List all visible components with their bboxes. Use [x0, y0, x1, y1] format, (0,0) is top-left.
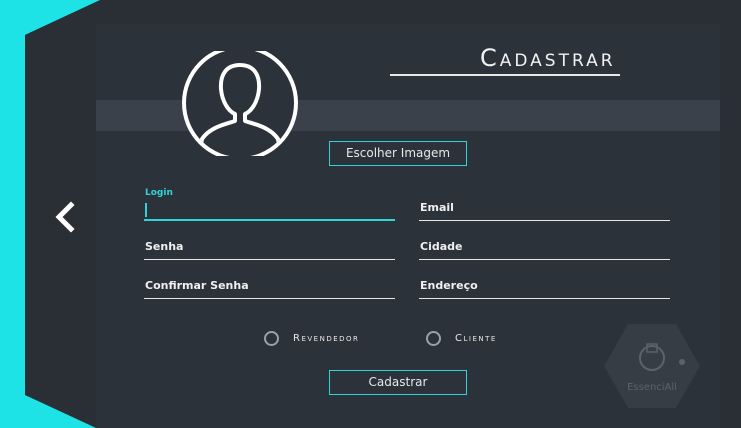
- radio-cliente-label: Cliente: [455, 333, 497, 344]
- text-caret: [145, 203, 147, 217]
- endereco-underline: [419, 298, 670, 299]
- confirmar-senha-underline: [144, 298, 395, 299]
- endereco-field[interactable]: Endereço: [419, 277, 670, 301]
- radio-cliente-circle[interactable]: [426, 331, 441, 346]
- login-field[interactable]: Login: [144, 186, 395, 222]
- senha-label: Senha: [145, 240, 184, 253]
- svg-text:EssenciAll: EssenciAll: [627, 382, 677, 393]
- confirmar-senha-field[interactable]: Confirmar Senha: [144, 277, 395, 301]
- choose-image-button[interactable]: Escolher Imagem: [329, 141, 467, 166]
- senha-field[interactable]: Senha: [144, 238, 395, 262]
- login-label: Login: [145, 188, 173, 198]
- email-field[interactable]: Email: [419, 199, 670, 223]
- cidade-underline: [419, 259, 670, 260]
- submit-button[interactable]: Cadastrar: [329, 370, 467, 395]
- page-title: Cadastrar: [480, 44, 616, 72]
- confirmar-senha-label: Confirmar Senha: [145, 279, 249, 292]
- senha-underline: [144, 259, 395, 260]
- radio-revendedor-circle[interactable]: [264, 331, 279, 346]
- chevron-left-icon[interactable]: [52, 201, 80, 233]
- login-underline: [144, 219, 395, 221]
- radio-revendedor-label: Revendedor: [293, 333, 360, 344]
- cidade-field[interactable]: Cidade: [419, 238, 670, 262]
- cidade-label: Cidade: [420, 240, 463, 253]
- radio-cliente[interactable]: Cliente: [426, 331, 497, 346]
- title-underline: [390, 74, 620, 76]
- email-label: Email: [420, 201, 454, 214]
- endereco-label: Endereço: [420, 279, 478, 292]
- email-underline: [419, 220, 670, 221]
- radio-revendedor[interactable]: Revendedor: [264, 331, 359, 346]
- user-silhouette-icon[interactable]: [180, 51, 300, 156]
- essenciall-logo: EssenciAll: [604, 324, 700, 408]
